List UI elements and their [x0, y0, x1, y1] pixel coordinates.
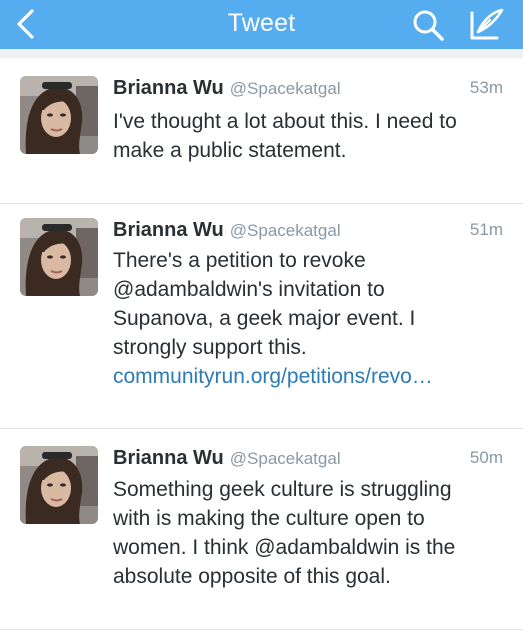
avatar[interactable] [20, 218, 98, 296]
tweet-header: Brianna Wu @Spacekatgal 51m [113, 216, 503, 244]
tweet-author-handle[interactable]: @Spacekatgal [230, 79, 341, 98]
tweet-text-line: I've thought a lot about this. I need to [113, 110, 457, 133]
tweet-author-name[interactable]: Brianna Wu [113, 77, 224, 99]
tweet-timestamp: 50m [469, 448, 503, 467]
tweet-text-line: There's a petition to revoke [113, 249, 366, 272]
twitter-tweet-screen: Tweet Brianna Wu @Spacekatgal 53m I've t… [0, 0, 523, 640]
tweet-text-line: women. I think @adambaldwin is the [113, 536, 456, 559]
tweet-header: Brianna Wu @Spacekatgal 50m [113, 444, 503, 472]
header-divider [0, 49, 523, 58]
tweet-text-line: strongly support this. [113, 336, 307, 359]
tweet-item[interactable]: Brianna Wu @Spacekatgal 53m I've thought … [0, 58, 523, 203]
tweet-author-name[interactable]: Brianna Wu [113, 447, 224, 469]
tweet-divider [0, 629, 523, 630]
navigation-bar: Tweet [0, 0, 523, 49]
tweet-timestamp: 51m [469, 220, 503, 239]
search-icon[interactable] [411, 8, 445, 42]
tweet-text-line: with is making the culture open to [113, 507, 425, 530]
tweet-text: There's a petition to revoke @adambaldwi… [113, 246, 508, 391]
tweet-text-line: absolute opposite of this goal. [113, 565, 391, 588]
tweet-text-line: Something geek culture is struggling [113, 478, 452, 501]
tweet-item[interactable]: Brianna Wu @Spacekatgal 51m There's a pet… [0, 204, 523, 428]
tweet-text: I've thought a lot about this. I need to… [113, 107, 508, 165]
tweet-text-line: make a public statement. [113, 139, 347, 162]
tweet-timestamp: 53m [469, 78, 503, 97]
tweet-text: Something geek culture is struggling wit… [113, 475, 508, 591]
tweet-link[interactable]: communityrun.org/petitions/revo… [113, 362, 508, 391]
tweet-header: Brianna Wu @Spacekatgal 53m [113, 74, 503, 102]
avatar[interactable] [20, 76, 98, 154]
tweet-author-handle[interactable]: @Spacekatgal [230, 449, 341, 468]
tweet-text-line: Supanova, a geek major event. I [113, 307, 416, 330]
tweet-item[interactable]: Brianna Wu @Spacekatgal 50m Something gee… [0, 429, 523, 629]
tweet-author-handle[interactable]: @Spacekatgal [230, 221, 341, 240]
tweet-author-name[interactable]: Brianna Wu [113, 219, 224, 241]
compose-icon[interactable] [469, 7, 505, 41]
tweet-text-line: @adambaldwin's invitation to [113, 278, 385, 301]
avatar[interactable] [20, 446, 98, 524]
